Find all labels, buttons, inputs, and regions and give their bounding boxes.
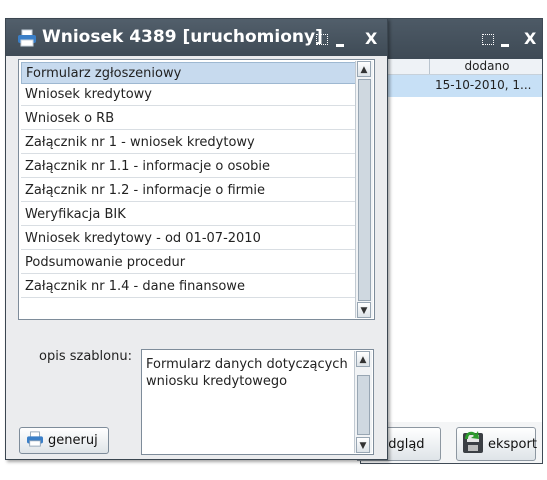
list-item-zalacznik-1-2[interactable]: Załącznik nr 1.2 - informacje o firmie	[21, 180, 357, 202]
close-icon[interactable]: X	[365, 29, 377, 48]
maximize-icon[interactable]	[316, 34, 328, 45]
column-header-dodano[interactable]: dodano	[437, 59, 537, 73]
close-icon[interactable]: X	[524, 29, 536, 48]
export-icon	[461, 429, 485, 459]
scroll-thumb[interactable]	[358, 79, 371, 301]
list-item-zalacznik-1-4[interactable]: Załącznik nr 1.4 - dane finansowe	[21, 276, 357, 298]
template-dialog: Wniosek 4389 [uruchomiony] X Formularz z…	[5, 18, 388, 460]
minimize-icon[interactable]	[501, 44, 509, 47]
scroll-down-icon[interactable]: ▼	[357, 302, 371, 318]
description-textarea[interactable]: Formularz danych dotyczących wniosku kre…	[141, 349, 374, 455]
list-item-wniosek-kredytowy-2010[interactable]: Wniosek kredytowy - od 01-07-2010	[21, 228, 357, 250]
scroll-thumb[interactable]	[357, 375, 370, 435]
printer-icon	[17, 29, 37, 51]
scroll-up-icon[interactable]: ▲	[356, 351, 370, 367]
list-item-podsumowanie-procedur[interactable]: Podsumowanie procedur	[21, 252, 357, 274]
dialog-titlebar[interactable]: Wniosek 4389 [uruchomiony] X	[6, 19, 387, 56]
list-item-weryfikacja-bik[interactable]: Weryfikacja BIK	[21, 204, 357, 226]
list-item-wniosek-o-rb[interactable]: Wniosek o RB	[21, 108, 357, 130]
list-item-zalacznik-1-1[interactable]: Załącznik nr 1.1 - informacje o osobie	[21, 156, 357, 178]
description-scrollbar[interactable]: ▲ ▼	[354, 351, 372, 453]
description-label: opis szablonu:	[39, 349, 132, 364]
list-item-wniosek-kredytowy[interactable]: Wniosek kredytowy	[21, 84, 357, 106]
scroll-down-icon[interactable]: ▼	[356, 437, 370, 453]
list-item-zalacznik-1[interactable]: Załącznik nr 1 - wniosek kredytowy	[21, 132, 357, 154]
description-text: Formularz danych dotyczących wniosku kre…	[146, 357, 348, 389]
scroll-up-icon[interactable]: ▲	[357, 61, 371, 77]
table-row[interactable]: 15-10-2010, 1...	[361, 75, 542, 97]
template-list[interactable]: Formularz zgłoszeniowy Wniosek kredytowy…	[18, 59, 375, 320]
list-item-formularz-zgloszeniowy[interactable]: Formularz zgłoszeniowy	[21, 62, 357, 84]
minimize-icon[interactable]	[336, 44, 344, 47]
export-button-label: eksport	[488, 436, 537, 452]
table-header: aj dodano	[361, 59, 542, 75]
background-window-titlebar: X	[361, 19, 542, 59]
generate-button[interactable]: generuj	[19, 427, 109, 454]
maximize-icon[interactable]	[482, 34, 494, 45]
dialog-title: Wniosek 4389 [uruchomiony]	[42, 27, 323, 47]
list-scrollbar[interactable]: ▲ ▼	[355, 61, 373, 318]
generate-button-label: generuj	[48, 433, 98, 448]
printer-icon	[26, 430, 44, 451]
export-button[interactable]: eksport	[456, 427, 537, 461]
row-date-cell: 15-10-2010, 1...	[435, 78, 532, 92]
